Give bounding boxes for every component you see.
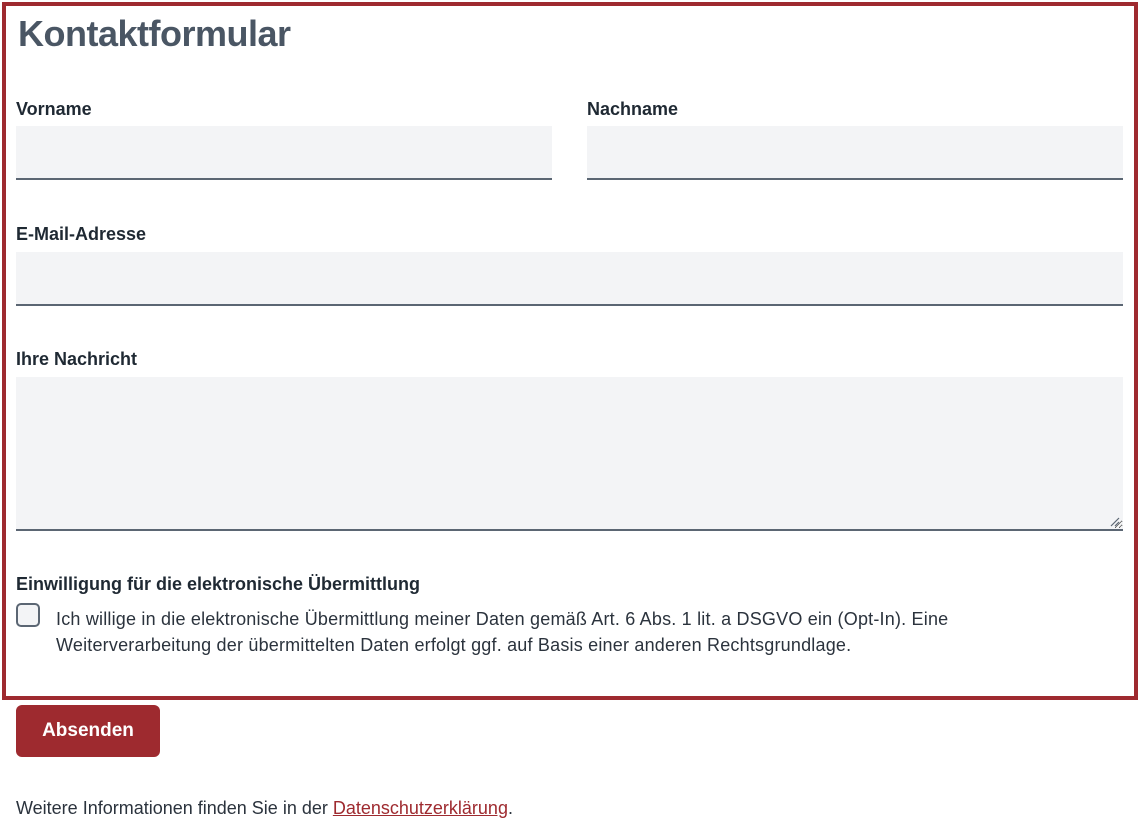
last-name-input[interactable] <box>587 126 1123 180</box>
first-name-input[interactable] <box>16 126 552 180</box>
privacy-note: Weitere Informationen finden Sie in der … <box>16 796 513 820</box>
privacy-policy-link[interactable]: Datenschutzerklärung <box>333 798 508 818</box>
privacy-note-suffix: . <box>507 798 513 818</box>
consent-text: Ich willige in die elektronische Übermit… <box>56 609 949 655</box>
submit-button[interactable]: Absenden <box>16 705 160 757</box>
form-title: Kontaktformular <box>18 13 291 54</box>
email-input[interactable] <box>16 252 1123 306</box>
consent-checkbox[interactable] <box>16 603 40 627</box>
consent-heading: Einwilligung für die elektronische Überm… <box>16 574 421 594</box>
email-label: E-Mail-Adresse <box>16 224 147 244</box>
last-name-label: Nachname <box>587 99 679 119</box>
first-name-label: Vorname <box>16 99 92 119</box>
message-label: Ihre Nachricht <box>16 349 138 369</box>
message-textarea[interactable] <box>16 377 1123 531</box>
privacy-note-prefix: Weitere Informationen finden Sie in der <box>16 798 333 818</box>
contact-form: Kontaktformular Vorname Nachname E-Mail-… <box>2 2 1138 700</box>
